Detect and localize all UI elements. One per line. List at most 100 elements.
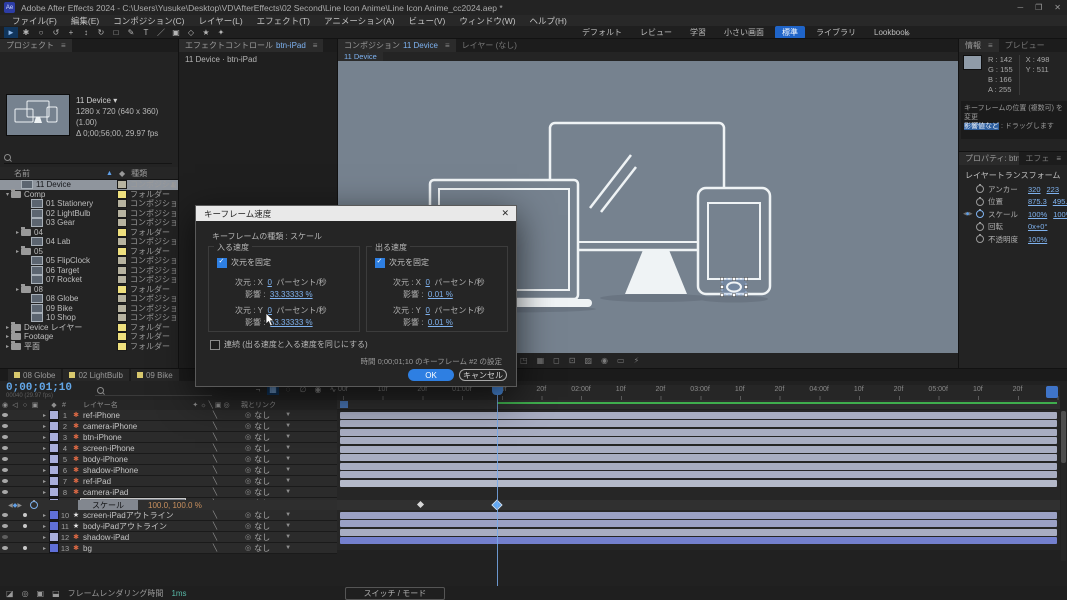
time-ruler[interactable]: 00f10f20f01:00f10f20f02:00f10f20f03:00f1… (337, 385, 1060, 401)
property-value-1[interactable]: 875.3 (1028, 197, 1047, 206)
layer-quality-switch[interactable]: ╲ (185, 544, 245, 552)
pick-whip-icon[interactable]: ◎ (245, 444, 251, 452)
layer-duration-bar[interactable] (340, 412, 1057, 419)
parent-value[interactable]: なし (254, 465, 270, 476)
camera-dropdown[interactable]: ◉ (601, 356, 608, 365)
blend-footer-icon[interactable]: ▣ (37, 589, 45, 598)
panel-menu-icon[interactable]: ≡ (1056, 154, 1061, 163)
stopwatch-icon[interactable] (30, 501, 38, 509)
parent-value[interactable]: なし (254, 510, 270, 521)
tab-effect-controls[interactable]: エフェクトコントロール btn-iPad ≡ (179, 39, 323, 52)
column-parent-link[interactable]: 親とリンク (241, 400, 276, 410)
layer-visibility-toggle[interactable] (0, 468, 10, 472)
workspace-tab[interactable]: レビュー (633, 26, 679, 39)
switches-modes-button[interactable]: スイッチ / モード (345, 587, 446, 600)
layer-parent-cell[interactable]: ◎ なし ▼ (245, 510, 291, 521)
layer-duration-bar[interactable] (340, 420, 1057, 427)
tool-button[interactable]: ★ (199, 27, 213, 38)
layer-duration-bar[interactable] (340, 480, 1057, 487)
layer-color-chip[interactable] (49, 510, 59, 520)
tool-button[interactable]: T (139, 27, 153, 38)
label-color-chip[interactable] (117, 285, 127, 294)
property-value-1[interactable]: 100% (1028, 210, 1047, 219)
fast-preview-icon[interactable]: ⚡︎ (634, 356, 640, 365)
pick-whip-icon[interactable]: ◎ (245, 477, 251, 485)
tab-properties[interactable]: プロパティ: btn-iPad (959, 152, 1019, 165)
workspace-tab[interactable]: 学習 (683, 26, 713, 39)
tool-button[interactable]: ↻ (94, 27, 108, 38)
layer-row[interactable]: ▸ 10 ★ screen-iPadアウトライン ╲ ◎ なし ▼ (0, 510, 337, 521)
keyframe-navigator[interactable]: ◀◆▶ (963, 211, 976, 217)
region-of-interest-icon[interactable]: ⊡ (569, 356, 576, 365)
layer-parent-cell[interactable]: ◎ なし ▼ (245, 443, 291, 454)
expand-chevron-icon[interactable]: ▸ (4, 324, 11, 331)
layer-duration-bar[interactable] (340, 437, 1057, 444)
column-layer-name[interactable]: レイヤー名 (69, 400, 183, 410)
layer-name[interactable]: btn-iPhone (81, 433, 185, 442)
transform-property-row[interactable]: ◀◆▶ 不透明度 100% (959, 233, 1067, 246)
cancel-button[interactable]: キャンセル (459, 369, 507, 381)
layer-expand-chevron[interactable]: ▸ (40, 456, 49, 463)
label-color-chip[interactable] (117, 304, 127, 313)
layer-row[interactable]: ▸ 3 ✱ btn-iPhone ╲ ◎ なし ▼ (0, 432, 337, 443)
layer-duration-bar[interactable] (340, 463, 1057, 470)
scale-keyframe-track[interactable] (337, 500, 1060, 510)
layer-row[interactable]: ▸ 8 ✱ camera-iPad ╲ ◎ なし ▼ (0, 487, 337, 498)
parent-value[interactable]: なし (254, 454, 270, 465)
pick-whip-icon[interactable]: ◎ (245, 411, 251, 419)
expand-chevron-icon[interactable]: ▸ (14, 229, 21, 236)
layer-quality-switch[interactable]: ╲ (185, 433, 245, 441)
label-color-chip[interactable] (117, 256, 127, 265)
pick-whip-icon[interactable]: ◎ (245, 533, 251, 541)
label-color-chip[interactable] (117, 237, 127, 246)
workspace-tab[interactable]: デフォルト (575, 26, 629, 39)
property-value-2[interactable]: 223 (1047, 185, 1060, 194)
label-column-icon[interactable]: ◆ (49, 401, 59, 409)
audio-column-icon[interactable]: ◁ (10, 401, 20, 409)
layer-quality-switch[interactable]: ╲ (185, 511, 245, 519)
comp-marker-icon[interactable]: ◪ (6, 589, 14, 598)
layer-quality-switch[interactable]: ╲ (185, 488, 245, 496)
transform-property-row[interactable]: ◀◆▶ アンカー 320 223 (959, 183, 1067, 196)
ok-button[interactable]: OK (408, 369, 454, 381)
layer-visibility-toggle[interactable] (0, 524, 10, 528)
pick-whip-icon[interactable]: ◎ (245, 544, 251, 552)
parent-value[interactable]: なし (254, 543, 270, 554)
tool-button[interactable]: ○ (34, 27, 48, 38)
pick-whip-icon[interactable]: ◎ (245, 488, 251, 496)
property-value-1[interactable]: 320 (1028, 185, 1041, 194)
label-color-chip[interactable] (117, 342, 127, 351)
stopwatch-icon[interactable] (976, 210, 984, 218)
layer-quality-switch[interactable]: ╲ (185, 422, 245, 430)
tool-button[interactable]: ↕ (79, 27, 93, 38)
tool-button[interactable]: ✱ (19, 27, 33, 38)
pick-whip-icon[interactable]: ◎ (245, 511, 251, 519)
label-color-column-icon[interactable]: ◆ (119, 169, 125, 178)
panel-menu-icon[interactable]: ≡ (61, 41, 66, 50)
timeline-comp-tab[interactable]: 08 Globe (8, 369, 61, 381)
layer-solo-toggle[interactable] (20, 513, 30, 517)
tab-composition[interactable]: コンポジション 11 Device ≡ (338, 39, 456, 52)
transform-property-row[interactable]: ◀◆▶ スケール 100% 100% (959, 208, 1067, 221)
pick-whip-icon[interactable]: ◎ (245, 522, 251, 530)
layer-visibility-toggle[interactable] (0, 413, 10, 417)
panel-menu-icon[interactable]: ≡ (988, 41, 993, 50)
menu-item[interactable]: ビュー(V) (402, 15, 453, 27)
pick-whip-icon[interactable]: ◎ (245, 466, 251, 474)
layer-name[interactable]: screen-iPadアウトライン (81, 510, 185, 521)
lock-column-icon[interactable]: ▣ (30, 401, 40, 409)
dialog-title-bar[interactable]: キーフレーム速度 ✕ (196, 206, 516, 221)
layer-color-chip[interactable] (49, 543, 59, 553)
incoming-x-influence[interactable]: 33.33333 % (270, 290, 313, 299)
tab-info[interactable]: 情報 ≡ (959, 39, 999, 52)
layer-row[interactable]: ▸ 7 ✱ ref-iPad ╲ ◎ なし ▼ (0, 476, 337, 487)
layer-row[interactable]: ▸ 11 ★ body-iPadアウトライン ╲ ◎ なし ▼ (0, 521, 337, 532)
label-color-chip[interactable] (117, 190, 127, 199)
pick-whip-icon[interactable]: ◎ (245, 433, 251, 441)
column-name[interactable]: 名前 (0, 168, 106, 179)
track-area-top[interactable] (337, 410, 1060, 500)
grid-guides-icon[interactable]: ▦ (537, 356, 545, 365)
parent-value[interactable]: なし (254, 432, 270, 443)
tool-button[interactable]: ↺ (49, 27, 63, 38)
layer-expand-chevron[interactable]: ▸ (40, 434, 49, 441)
